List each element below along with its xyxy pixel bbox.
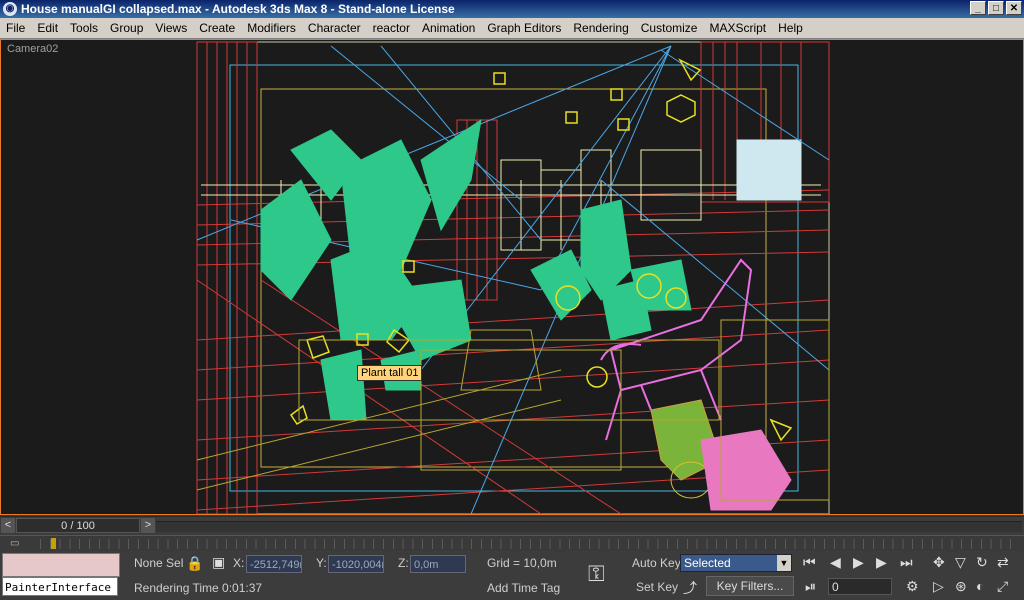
menu-character[interactable]: Character xyxy=(302,21,367,35)
mini-curve-editor-icon[interactable]: ▭ xyxy=(10,538,30,549)
roll-camera-icon[interactable]: ⇄ xyxy=(997,554,1009,571)
auto-key-button[interactable]: Auto Key xyxy=(632,554,681,573)
menu-animation[interactable]: Animation xyxy=(416,21,481,35)
absolute-mode-icon[interactable]: ▣ xyxy=(212,554,225,571)
orbit-camera-icon[interactable]: ⊛ xyxy=(955,578,967,595)
default-in-out-tangent-icon[interactable]: ⤴ xyxy=(683,578,697,598)
set-key-mode-icon[interactable]: ⚿ xyxy=(588,561,605,587)
close-button[interactable]: ✕ xyxy=(1006,1,1022,15)
go-to-end-icon[interactable]: ⏭ xyxy=(900,554,913,571)
status-bar: PainterInterface None Sel 🔒 ▣ X: -2512,7… xyxy=(0,551,1024,600)
menu-modifiers[interactable]: Modifiers xyxy=(241,21,302,35)
maxscript-listener-swatch[interactable] xyxy=(2,553,120,577)
next-frame-button[interactable]: > xyxy=(141,518,155,533)
key-mode-toggle-icon[interactable]: ⏯ xyxy=(805,578,816,595)
menu-help[interactable]: Help xyxy=(772,21,809,35)
menu-create[interactable]: Create xyxy=(193,21,241,35)
field-of-view-icon[interactable]: ▽ xyxy=(955,554,966,571)
x-coordinate-input[interactable]: -2512,749r xyxy=(246,555,302,573)
chevron-down-icon[interactable]: ▼ xyxy=(777,555,791,571)
window-title: House manualGI collapsed.max - Autodesk … xyxy=(21,2,455,16)
grid-size: Grid = 10,0m xyxy=(487,556,557,570)
menu-graph-editors[interactable]: Graph Editors xyxy=(481,21,567,35)
play-icon[interactable]: ▶ xyxy=(853,554,864,571)
menu-edit[interactable]: Edit xyxy=(31,21,64,35)
go-to-start-icon[interactable]: ⏮ xyxy=(803,554,816,571)
title-bar: ◉ House manualGI collapsed.max - Autodes… xyxy=(0,0,1024,18)
menu-group[interactable]: Group xyxy=(104,21,149,35)
frame-ruler[interactable] xyxy=(40,539,1020,549)
zoom-icon[interactable]: ✥ xyxy=(933,554,945,571)
pan-view-icon[interactable]: ◐ xyxy=(976,578,984,594)
maxscript-mini-listener[interactable]: PainterInterface xyxy=(2,577,118,596)
time-configuration-icon[interactable]: ⚙ xyxy=(906,578,919,595)
truck-camera-icon[interactable]: ▷ xyxy=(933,578,944,595)
next-frame-icon[interactable]: ▶ xyxy=(876,554,887,571)
maximize-button[interactable]: □ xyxy=(988,1,1004,15)
object-tooltip: Plant tall 01 xyxy=(357,365,423,381)
menu-tools[interactable]: Tools xyxy=(64,21,104,35)
menu-file[interactable]: File xyxy=(0,21,31,35)
y-label: Y: xyxy=(316,556,327,570)
dolly-camera-icon[interactable]: ↻ xyxy=(976,554,988,571)
lock-selection-icon[interactable]: 🔒 xyxy=(186,555,203,572)
time-slider[interactable]: < 0 / 100 > xyxy=(0,516,1024,535)
key-selection-dropdown[interactable]: Selected ▼ xyxy=(680,554,792,572)
menu-bar: File Edit Tools Group Views Create Modif… xyxy=(0,18,1024,39)
menu-customize[interactable]: Customize xyxy=(635,21,704,35)
minimize-button[interactable]: _ xyxy=(970,1,986,15)
time-slider-track[interactable] xyxy=(156,521,1022,532)
menu-views[interactable]: Views xyxy=(149,21,193,35)
z-coordinate-input[interactable]: 0,0m xyxy=(410,555,466,573)
x-label: X: xyxy=(233,556,245,570)
add-time-tag[interactable]: Add Time Tag xyxy=(487,579,560,598)
keyframe-marker[interactable] xyxy=(51,538,56,549)
key-filters-button[interactable]: Key Filters... xyxy=(706,576,794,596)
menu-rendering[interactable]: Rendering xyxy=(567,21,634,35)
maximize-viewport-icon[interactable]: ⤢ xyxy=(997,578,1008,595)
previous-frame-icon[interactable]: ◀ xyxy=(830,554,841,571)
menu-reactor[interactable]: reactor xyxy=(367,21,416,35)
menu-maxscript[interactable]: MAXScript xyxy=(703,21,772,35)
camera-viewport[interactable]: Camera02 Plant tall 01 xyxy=(0,39,1024,515)
wireframe-scene[interactable] xyxy=(1,40,1024,515)
window-controls: _ □ ✕ xyxy=(970,1,1022,15)
z-label: Z: xyxy=(398,556,409,570)
current-frame-input[interactable]: 0 xyxy=(828,578,892,595)
key-selection-value: Selected xyxy=(684,556,731,570)
3ds-max-icon[interactable]: ◉ xyxy=(3,2,17,16)
prev-frame-button[interactable]: < xyxy=(1,518,15,533)
track-bar[interactable]: ▭ xyxy=(0,535,1024,552)
selection-count: None Sel xyxy=(134,556,184,570)
prompt-line: Rendering Time 0:01:37 xyxy=(134,581,263,595)
y-coordinate-input[interactable]: -1020,004r xyxy=(328,555,384,573)
viewport-label[interactable]: Camera02 xyxy=(7,43,58,55)
time-slider-thumb[interactable]: 0 / 100 xyxy=(16,518,140,533)
set-key-button[interactable]: Set Key xyxy=(636,578,678,597)
